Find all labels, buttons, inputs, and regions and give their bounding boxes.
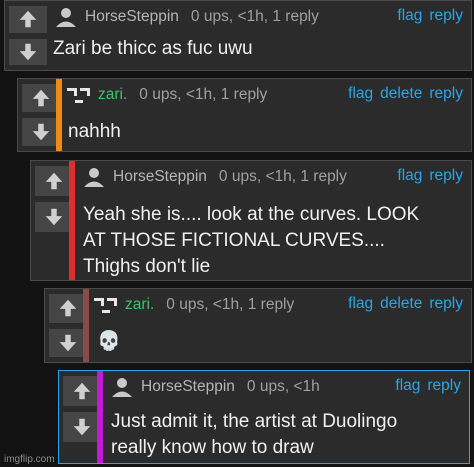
- username[interactable]: HorseSteppin: [85, 8, 179, 26]
- comment-line: nahhh: [68, 121, 121, 142]
- comment-line: Zari be thicc as fuc uwu: [53, 38, 253, 59]
- arrow-up-icon: [45, 172, 63, 190]
- comment-body: Yeah she is.... look at the curves. LOOK…: [83, 202, 419, 280]
- comment-header: zari. 0 ups, <1h, 1 reply: [66, 85, 267, 105]
- comment-actions: flag delete reply: [348, 85, 463, 103]
- flag-link[interactable]: flag: [395, 377, 420, 395]
- comment-line: really know how to draw: [111, 437, 314, 458]
- upvote-button[interactable]: [22, 84, 60, 112]
- arrow-up-icon: [19, 11, 37, 28]
- vote-column: [5, 1, 52, 70]
- arrow-up-icon: [59, 300, 77, 317]
- reply-link[interactable]: reply: [429, 295, 463, 313]
- comment-3: HorseSteppin 0 ups, <1h, 1 reply flag re…: [30, 160, 472, 281]
- downvote-button[interactable]: [63, 412, 101, 442]
- user-avatar-icon: [84, 168, 104, 187]
- thread-bar: [56, 79, 62, 151]
- user-avatar-icon: [56, 8, 76, 27]
- comment-header: HorseSteppin 0 ups, <1h, 1 reply: [81, 167, 347, 187]
- comment-line: Thighs don't lie: [83, 256, 211, 277]
- user-avatar-icon: [67, 88, 90, 103]
- downvote-button[interactable]: [9, 38, 47, 65]
- comment-5: HorseSteppin 0 ups, <1h flag reply Just …: [58, 370, 470, 464]
- comment-line: AT THOSE FICTIONAL CURVES....: [83, 230, 385, 251]
- comment-body: Zari be thicc as fuc uwu: [53, 36, 253, 62]
- comment-body: Just admit it, the artist at Duolingo re…: [111, 409, 397, 461]
- comment-2: zari. 0 ups, <1h, 1 reply flag delete re…: [17, 78, 472, 152]
- reply-link[interactable]: reply: [429, 167, 463, 185]
- username[interactable]: HorseSteppin: [141, 378, 235, 396]
- downvote-button[interactable]: [49, 328, 87, 357]
- arrow-up-icon: [32, 89, 50, 107]
- reply-link[interactable]: reply: [429, 85, 463, 103]
- imgflip-watermark: imgflip.com: [4, 454, 55, 465]
- comment-line: Just admit it, the artist at Duolingo: [111, 411, 398, 432]
- comment-header: HorseSteppin 0 ups, <1h: [109, 377, 320, 397]
- user-avatar-icon: [112, 378, 132, 397]
- comment-actions: flag reply: [397, 7, 463, 25]
- username[interactable]: zari.: [125, 296, 154, 314]
- flag-link[interactable]: flag: [348, 85, 373, 103]
- downvote-button[interactable]: [22, 118, 60, 146]
- arrow-down-icon: [19, 43, 37, 60]
- thread-bar: [69, 161, 75, 280]
- upvote-button[interactable]: [35, 166, 73, 196]
- arrow-down-icon: [59, 334, 77, 351]
- comment-body: nahhh: [68, 119, 121, 145]
- arrow-down-icon: [32, 123, 50, 141]
- user-avatar-icon: [94, 298, 117, 313]
- reply-link[interactable]: reply: [427, 377, 461, 395]
- comment-meta: 0 ups, <1h: [246, 378, 320, 395]
- comment-meta: 0 ups, <1h, 1 reply: [139, 86, 268, 103]
- comment-meta: 0 ups, <1h, 1 reply: [190, 8, 319, 25]
- arrow-down-icon: [45, 208, 63, 226]
- thread-bar: [97, 371, 103, 463]
- comment-actions: flag delete reply: [348, 295, 463, 313]
- upvote-button[interactable]: [49, 294, 87, 323]
- comment-4: zari. 0 ups, <1h, 1 reply flag delete re…: [44, 288, 472, 363]
- comment-meta: 0 ups, <1h, 1 reply: [218, 168, 347, 185]
- username[interactable]: HorseSteppin: [113, 168, 207, 186]
- arrow-down-icon: [73, 418, 91, 436]
- flag-link[interactable]: flag: [348, 295, 373, 313]
- comment-1: HorseSteppin 0 ups, <1h, 1 reply flag re…: [4, 0, 472, 71]
- comment-actions: flag reply: [397, 167, 463, 185]
- flag-link[interactable]: flag: [397, 7, 422, 25]
- comment-header: zari. 0 ups, <1h, 1 reply: [93, 295, 294, 315]
- comment-actions: flag reply: [395, 377, 461, 395]
- reply-link[interactable]: reply: [429, 7, 463, 25]
- upvote-button[interactable]: [63, 376, 101, 406]
- skull-emoji: 💀: [97, 331, 121, 352]
- comment-line: Yeah she is.... look at the curves. LOOK: [83, 204, 420, 225]
- comment-meta: 0 ups, <1h, 1 reply: [166, 296, 295, 313]
- comment-header: HorseSteppin 0 ups, <1h, 1 reply: [53, 7, 319, 27]
- arrow-up-icon: [73, 382, 91, 400]
- delete-link[interactable]: delete: [380, 85, 422, 103]
- comment-body: 💀: [97, 329, 121, 355]
- delete-link[interactable]: delete: [380, 295, 422, 313]
- upvote-button[interactable]: [9, 6, 47, 33]
- thread-bar: [83, 289, 89, 362]
- downvote-button[interactable]: [35, 202, 73, 232]
- username[interactable]: zari.: [98, 86, 127, 104]
- flag-link[interactable]: flag: [397, 167, 422, 185]
